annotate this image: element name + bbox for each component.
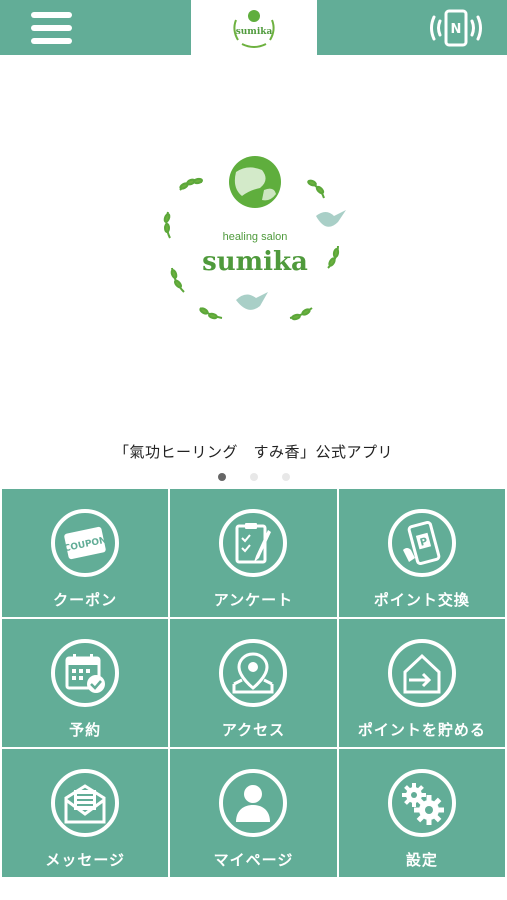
map-pin-icon: [219, 639, 288, 707]
menu-grid: COUPON クーポン アンケート P ポイント交換 予約 アクセス ポイントを…: [0, 487, 507, 879]
tile-label: メッセージ: [45, 851, 126, 869]
tile-label: クーポン: [53, 591, 118, 609]
tile-message[interactable]: メッセージ: [2, 749, 169, 877]
coupon-icon: COUPON: [51, 509, 120, 577]
bottom-spacer: [0, 879, 507, 900]
tile-point-exchange[interactable]: P ポイント交換: [338, 489, 505, 617]
tile-mypage[interactable]: マイページ: [170, 749, 337, 877]
hero-caption: 「氣功ヒーリング すみ香」公式アプリ: [113, 443, 393, 461]
logo-title: sumika: [202, 247, 308, 277]
tile-label: アンケート: [213, 591, 294, 609]
tile-access[interactable]: アクセス: [170, 619, 337, 747]
carousel-dots[interactable]: [0, 473, 507, 483]
tile-save-points[interactable]: ポイントを貯める: [338, 619, 505, 747]
svg-text:N: N: [451, 22, 462, 37]
tile-settings[interactable]: 設定: [338, 749, 505, 877]
hamburger-menu-icon[interactable]: [28, 10, 76, 46]
phone-point-icon: P: [387, 509, 456, 577]
user-icon: [219, 769, 288, 837]
header-logo[interactable]: sumika: [191, 0, 317, 55]
tile-coupon[interactable]: COUPON クーポン: [2, 489, 169, 617]
carousel-dot-2[interactable]: [250, 473, 258, 481]
nfc-phone-icon[interactable]: N: [428, 9, 484, 47]
hero-banner[interactable]: healing salon sumika 「氣功ヒーリング すみ香」公式アプリ: [0, 55, 507, 485]
tile-label: 設定: [405, 851, 438, 869]
tile-reservation[interactable]: 予約: [2, 619, 169, 747]
tile-label: ポイントを貯める: [357, 721, 486, 739]
app-header: sumika N: [0, 0, 507, 55]
tile-label: ポイント交換: [373, 591, 470, 609]
header-logo-text: sumika: [235, 27, 273, 37]
logo-subtitle: healing salon: [223, 231, 288, 243]
carousel-dot-1[interactable]: [218, 473, 226, 481]
carousel-dot-3[interactable]: [282, 473, 290, 481]
gears-icon: [387, 769, 456, 837]
calendar-check-icon: [51, 639, 120, 707]
tile-label: アクセス: [221, 721, 286, 739]
clipboard-icon: [219, 509, 288, 577]
sumika-logo: healing salon sumika: [163, 156, 346, 321]
tile-label: マイページ: [213, 851, 294, 869]
tile-label: 予約: [69, 721, 102, 739]
house-enter-icon: [387, 639, 456, 707]
tile-survey[interactable]: アンケート: [170, 489, 337, 617]
envelope-icon: [51, 769, 120, 837]
